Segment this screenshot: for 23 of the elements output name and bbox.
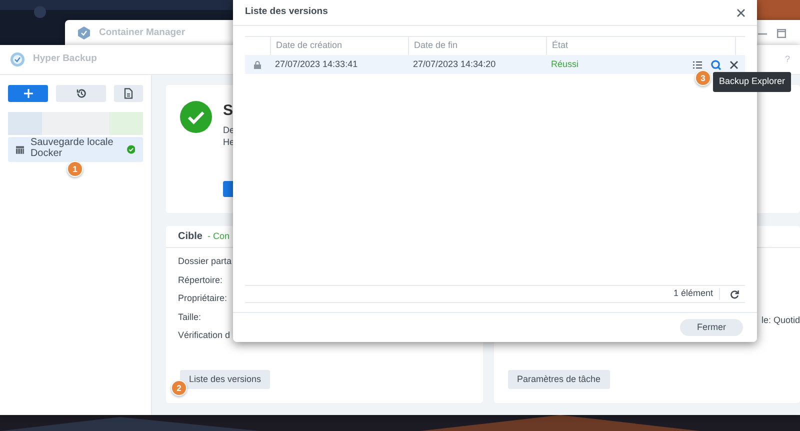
task-name: Sauvegarde locale Docker [30, 138, 114, 159]
field-label: Vérification d [177, 329, 232, 342]
window-title: Container Manager [99, 26, 186, 40]
version-row[interactable]: 27/07/2023 14:33:41 27/07/2023 14:34:20 Réussi [245, 55, 745, 74]
table-cell-text: Réussi [551, 58, 580, 71]
card-title: Cible [178, 230, 202, 244]
summary-title: S [223, 101, 234, 121]
field-label: Dossier parta [177, 255, 233, 268]
connection-status: - Con [207, 230, 230, 243]
table-cell-text: 27/07/2023 14:34:20 [412, 58, 497, 71]
field-label: Propriétaire: [177, 292, 228, 305]
field-label: le: Quotid [761, 314, 800, 327]
version-list-button[interactable]: Liste des versions [180, 370, 270, 389]
task-item[interactable]: Sauvegarde locale Docker [8, 137, 143, 162]
task-settings-button[interactable]: Paramètres de tâche [508, 370, 610, 389]
window-title: Hyper Backup [33, 52, 97, 66]
close-dialog-button[interactable]: Fermer [680, 319, 743, 336]
dialog-title: Liste des versions [245, 5, 328, 20]
tooltip: Backup Explorer [713, 72, 792, 92]
field-label: Taille: [177, 310, 202, 324]
table-cell-text: 27/07/2023 14:33:41 [274, 58, 359, 71]
field-label: Répertoire: [177, 274, 224, 287]
item-count: 1 élément [673, 287, 713, 300]
